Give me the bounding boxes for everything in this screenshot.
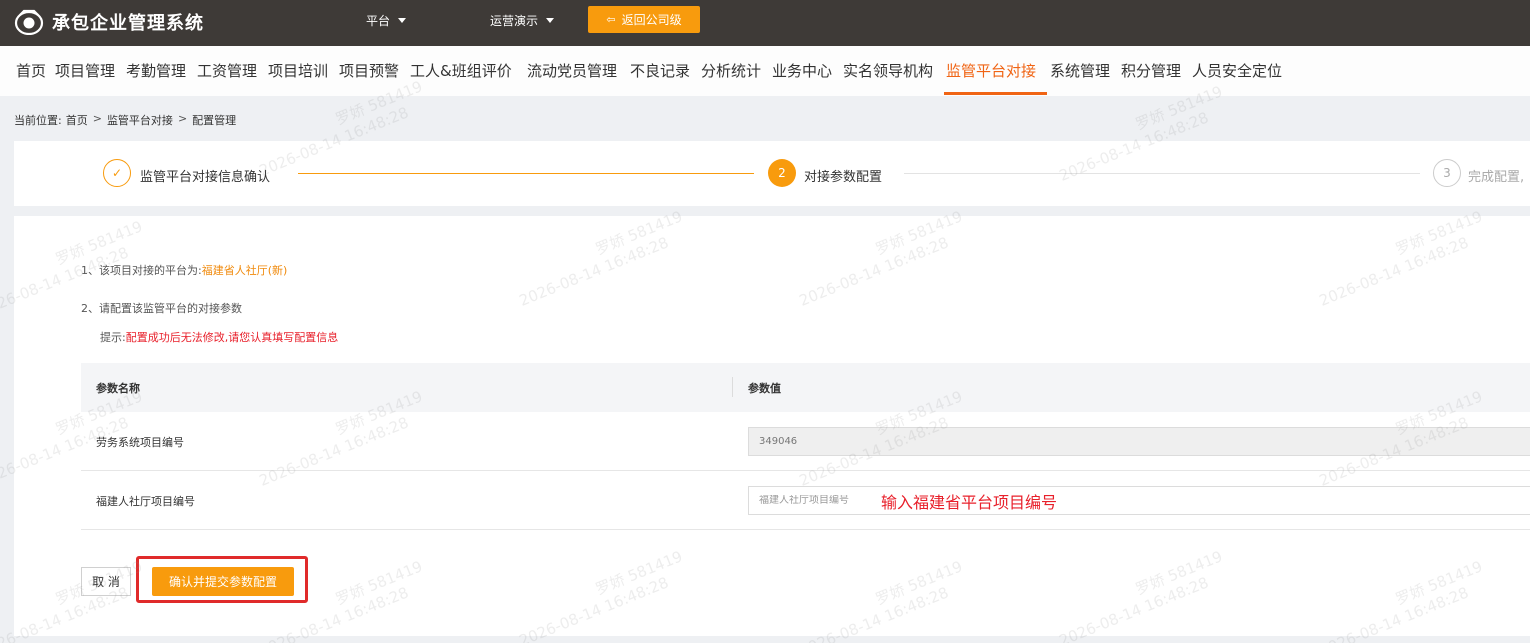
- table-row: 劳务系统项目编号 349046: [81, 412, 1530, 471]
- back-button-label: 返回公司级: [621, 13, 682, 27]
- chevron-down-icon: [398, 18, 407, 23]
- cancel-button[interactable]: 取 消: [81, 567, 131, 596]
- nav-item[interactable]: 工人&班组评价: [410, 60, 512, 81]
- param-name: 劳务系统项目编号: [96, 436, 184, 449]
- return-arrow-icon: ⇦: [606, 13, 616, 26]
- nav-item-active[interactable]: 监管平台对接: [946, 60, 1036, 81]
- breadcrumb-prefix: 当前位置:: [14, 114, 62, 127]
- config-panel: 1、该项目对接的平台为:福建省人社厅(新) 2、请配置该监管平台的对接参数 提示…: [14, 216, 1530, 636]
- step-2-label: 对接参数配置: [804, 170, 883, 185]
- fujian-project-id-field: 输入福建省平台项目编号: [748, 486, 1530, 515]
- nav-item[interactable]: 项目管理: [55, 60, 115, 81]
- step-progress: ✓ 监管平台对接信息确认 2 对接参数配置 3 完成配置,: [14, 141, 1530, 206]
- header-param-value: 参数值: [748, 382, 781, 395]
- breadcrumb-item: 配置管理: [192, 114, 237, 127]
- input-annotation: 输入福建省平台项目编号: [881, 492, 1058, 512]
- labor-project-id-field: 349046: [748, 427, 1530, 456]
- step-connector: [298, 173, 754, 174]
- step-2-number: 2: [768, 159, 796, 187]
- nav-item[interactable]: 流动党员管理: [527, 60, 617, 81]
- breadcrumb-item[interactable]: 首页: [66, 112, 88, 128]
- platform-info: 1、该项目对接的平台为:福建省人社厅(新): [81, 262, 287, 278]
- table-row: 福建人社厅项目编号 输入福建省平台项目编号: [81, 471, 1530, 530]
- config-tip: 提示:配置成功后无法修改,请您认真填写配置信息: [100, 329, 338, 345]
- platform-dropdown[interactable]: 平台: [366, 12, 407, 29]
- table-header: 参数名称 参数值: [81, 363, 1530, 412]
- breadcrumb: 当前位置: 首页 > 监管平台对接 > 配置管理: [14, 112, 236, 128]
- nav-item[interactable]: 项目预警: [339, 60, 399, 81]
- nav-item[interactable]: 人员安全定位: [1192, 60, 1282, 81]
- config-instruction: 2、请配置该监管平台的对接参数: [81, 302, 242, 315]
- back-to-company-button[interactable]: ⇦ 返回公司级: [588, 6, 700, 33]
- fujian-project-id-input[interactable]: [759, 495, 879, 506]
- nav-item[interactable]: 分析统计: [701, 60, 761, 81]
- header-param-name: 参数名称: [96, 382, 140, 395]
- nav-item[interactable]: 项目培训: [268, 60, 328, 81]
- breadcrumb-separator: >: [92, 112, 102, 125]
- breadcrumb-item[interactable]: 监管平台对接: [107, 112, 173, 128]
- annotation-highlight-box: [136, 556, 308, 603]
- app-title: 承包企业管理系统: [52, 13, 204, 34]
- tip-prefix: 提示:: [100, 331, 126, 344]
- top-bar: 承包企业管理系统 平台 运营演示 ⇦ 返回公司级: [0, 0, 1530, 46]
- platform-info-prefix: 1、该项目对接的平台为:: [81, 264, 202, 277]
- nav-item[interactable]: 首页: [16, 60, 46, 81]
- param-name: 福建人社厅项目编号: [96, 495, 195, 508]
- tip-text: 配置成功后无法修改,请您认真填写配置信息: [125, 331, 339, 344]
- step-1-label: 监管平台对接信息确认: [140, 170, 271, 185]
- breadcrumb-separator: >: [177, 112, 188, 125]
- step-3-number: 3: [1433, 159, 1461, 187]
- nav-item[interactable]: 积分管理: [1121, 60, 1181, 81]
- labor-project-id-value: 349046: [759, 436, 798, 447]
- platform-name: 福建省人社厅(新): [201, 264, 288, 277]
- brand[interactable]: 承包企业管理系统: [12, 8, 204, 36]
- nav-item[interactable]: 不良记录: [630, 60, 690, 81]
- step-3-label: 完成配置,: [1468, 170, 1525, 185]
- main-nav: 首页 项目管理 考勤管理 工资管理 项目培训 项目预警 工人&班组评价 流动党员…: [0, 46, 1530, 96]
- chevron-down-icon: [546, 18, 555, 23]
- platform-label: 平台: [366, 14, 391, 28]
- camera-logo-icon: [12, 8, 46, 36]
- check-icon: ✓: [103, 159, 131, 187]
- nav-item[interactable]: 考勤管理: [126, 60, 186, 81]
- header-divider: [732, 377, 733, 397]
- nav-item[interactable]: 实名领导机构: [843, 60, 933, 81]
- nav-active-underline: [944, 92, 1047, 95]
- demo-dropdown[interactable]: 运营演示: [490, 12, 555, 29]
- nav-item[interactable]: 系统管理: [1050, 60, 1110, 81]
- nav-item[interactable]: 工资管理: [197, 60, 257, 81]
- nav-item[interactable]: 业务中心: [772, 60, 832, 81]
- step-connector: [904, 173, 1420, 174]
- demo-label: 运营演示: [490, 14, 539, 28]
